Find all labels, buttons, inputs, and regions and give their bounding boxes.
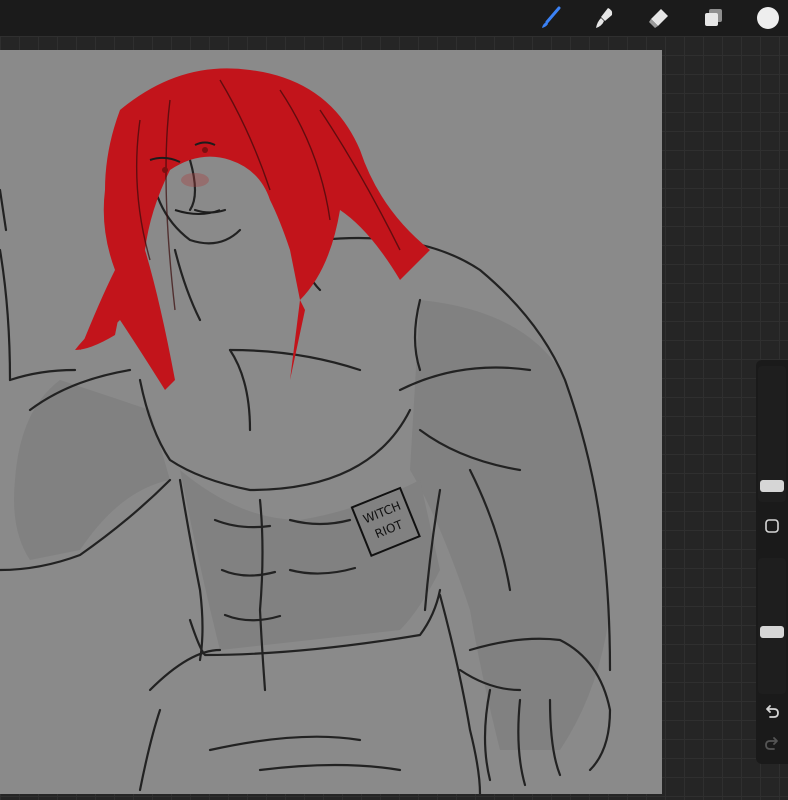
undo-icon	[766, 705, 779, 718]
layers-tool-button[interactable]	[700, 4, 728, 32]
brush-tool-button[interactable]	[536, 4, 564, 32]
opacity-thumb[interactable]	[760, 626, 784, 638]
top-toolbar	[0, 0, 788, 36]
smudge-icon	[596, 8, 613, 28]
smudge-tool-button[interactable]	[590, 4, 618, 32]
right-eye	[202, 147, 208, 153]
drawing-canvas[interactable]: WITCH RIOT	[0, 50, 662, 794]
color-picker-button[interactable]	[754, 4, 782, 32]
modify-button[interactable]	[760, 514, 784, 538]
hair-fill	[75, 68, 430, 390]
character-sketch: WITCH RIOT	[0, 68, 612, 794]
redo-icon	[765, 737, 778, 750]
color-swatch-icon	[757, 7, 779, 29]
body-shading	[14, 300, 610, 750]
square-icon	[765, 519, 779, 533]
eraser-tool-button[interactable]	[645, 4, 673, 32]
redo-button[interactable]	[760, 732, 784, 756]
brush-size-thumb[interactable]	[760, 480, 784, 492]
brush-icon	[542, 6, 561, 28]
opacity-slider[interactable]	[758, 558, 786, 694]
side-panel	[756, 360, 788, 764]
brush-size-slider[interactable]	[758, 366, 786, 502]
layers-icon	[705, 9, 722, 26]
left-eye	[162, 167, 168, 173]
cheek-blush	[181, 173, 209, 187]
eraser-icon	[649, 9, 668, 28]
undo-button[interactable]	[760, 700, 784, 724]
